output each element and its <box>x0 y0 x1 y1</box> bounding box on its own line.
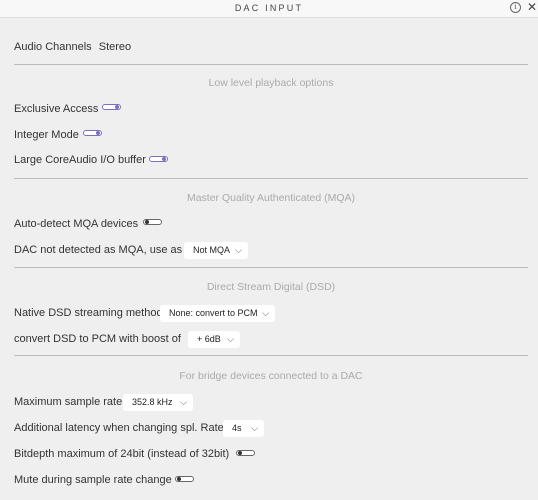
divider <box>14 355 528 356</box>
integer-mode-toggle[interactable] <box>83 130 102 136</box>
audio-channels-value: Stereo <box>98 41 132 53</box>
native-dsd-label: Native DSD streaming method <box>14 307 163 319</box>
dsd-boost-label: convert DSD to PCM with boost of <box>14 333 181 345</box>
large-buffer-label: Large CoreAudio I/O buffer <box>14 154 146 166</box>
latency-value: 4s <box>232 423 242 433</box>
exclusive-access-label: Exclusive Access <box>14 103 99 115</box>
large-buffer-toggle[interactable] <box>149 156 168 162</box>
auto-detect-mqa-label: Auto-detect MQA devices <box>14 218 139 230</box>
section-mqa-heading: Master Quality Authenticated (MQA) <box>186 192 356 204</box>
toggle-knob <box>162 157 166 161</box>
mqa-fallback-value: Not MQA <box>193 245 231 255</box>
toggle-knob <box>96 131 100 135</box>
divider <box>14 267 528 268</box>
toggle-knob <box>177 477 181 481</box>
integer-mode-label: Integer Mode <box>14 129 79 141</box>
close-icon[interactable]: ✕ <box>527 0 537 14</box>
chevron-down-icon: ⌵ <box>251 423 258 433</box>
native-dsd-select[interactable]: None: convert to PCM ⌵ <box>160 305 275 322</box>
chevron-down-icon: ⌵ <box>227 334 234 344</box>
section-dsd-heading: Direct Stream Digital (DSD) <box>206 281 336 293</box>
native-dsd-value: None: convert to PCM <box>169 308 258 318</box>
exclusive-access-toggle[interactable] <box>102 104 121 110</box>
toggle-knob <box>115 105 119 109</box>
audio-channels-label: Audio Channels <box>14 41 92 53</box>
section-bridge-heading: For bridge devices connected to a DAC <box>179 370 363 382</box>
info-icon[interactable]: i <box>510 2 521 13</box>
title-bar: DAC INPUT i ✕ <box>0 0 538 18</box>
divider <box>14 178 528 179</box>
chevron-down-icon: ⌵ <box>180 397 187 407</box>
toggle-knob <box>238 451 242 455</box>
bitdepth-label: Bitdepth maximum of 24bit (instead of 32… <box>14 448 230 460</box>
latency-select[interactable]: 4s ⌵ <box>223 420 264 437</box>
auto-detect-mqa-toggle[interactable] <box>143 219 162 225</box>
dsd-boost-select[interactable]: + 6dB ⌵ <box>188 331 240 348</box>
chevron-down-icon: ⌵ <box>262 308 269 318</box>
divider <box>14 64 528 65</box>
max-sample-rate-value: 352.8 kHz <box>132 397 173 407</box>
mqa-fallback-label: DAC not detected as MQA, use as <box>14 244 183 256</box>
mute-label: Mute during sample rate change <box>14 474 172 486</box>
latency-label: Additional latency when changing spl. Ra… <box>14 422 224 434</box>
dsd-boost-value: + 6dB <box>197 334 221 344</box>
toggle-knob <box>145 220 149 224</box>
mqa-fallback-select[interactable]: Not MQA ⌵ <box>184 242 248 259</box>
audio-channels-row: Audio Channels Stereo <box>14 40 131 54</box>
window-title: DAC INPUT <box>234 3 304 13</box>
max-sample-rate-select[interactable]: 352.8 kHz ⌵ <box>123 394 193 411</box>
mute-toggle[interactable] <box>175 476 194 482</box>
max-sample-rate-label: Maximum sample rate <box>14 396 123 408</box>
bitdepth-toggle[interactable] <box>236 450 255 456</box>
chevron-down-icon: ⌵ <box>235 245 242 255</box>
section-low-level-heading: Low level playback options <box>208 77 334 89</box>
